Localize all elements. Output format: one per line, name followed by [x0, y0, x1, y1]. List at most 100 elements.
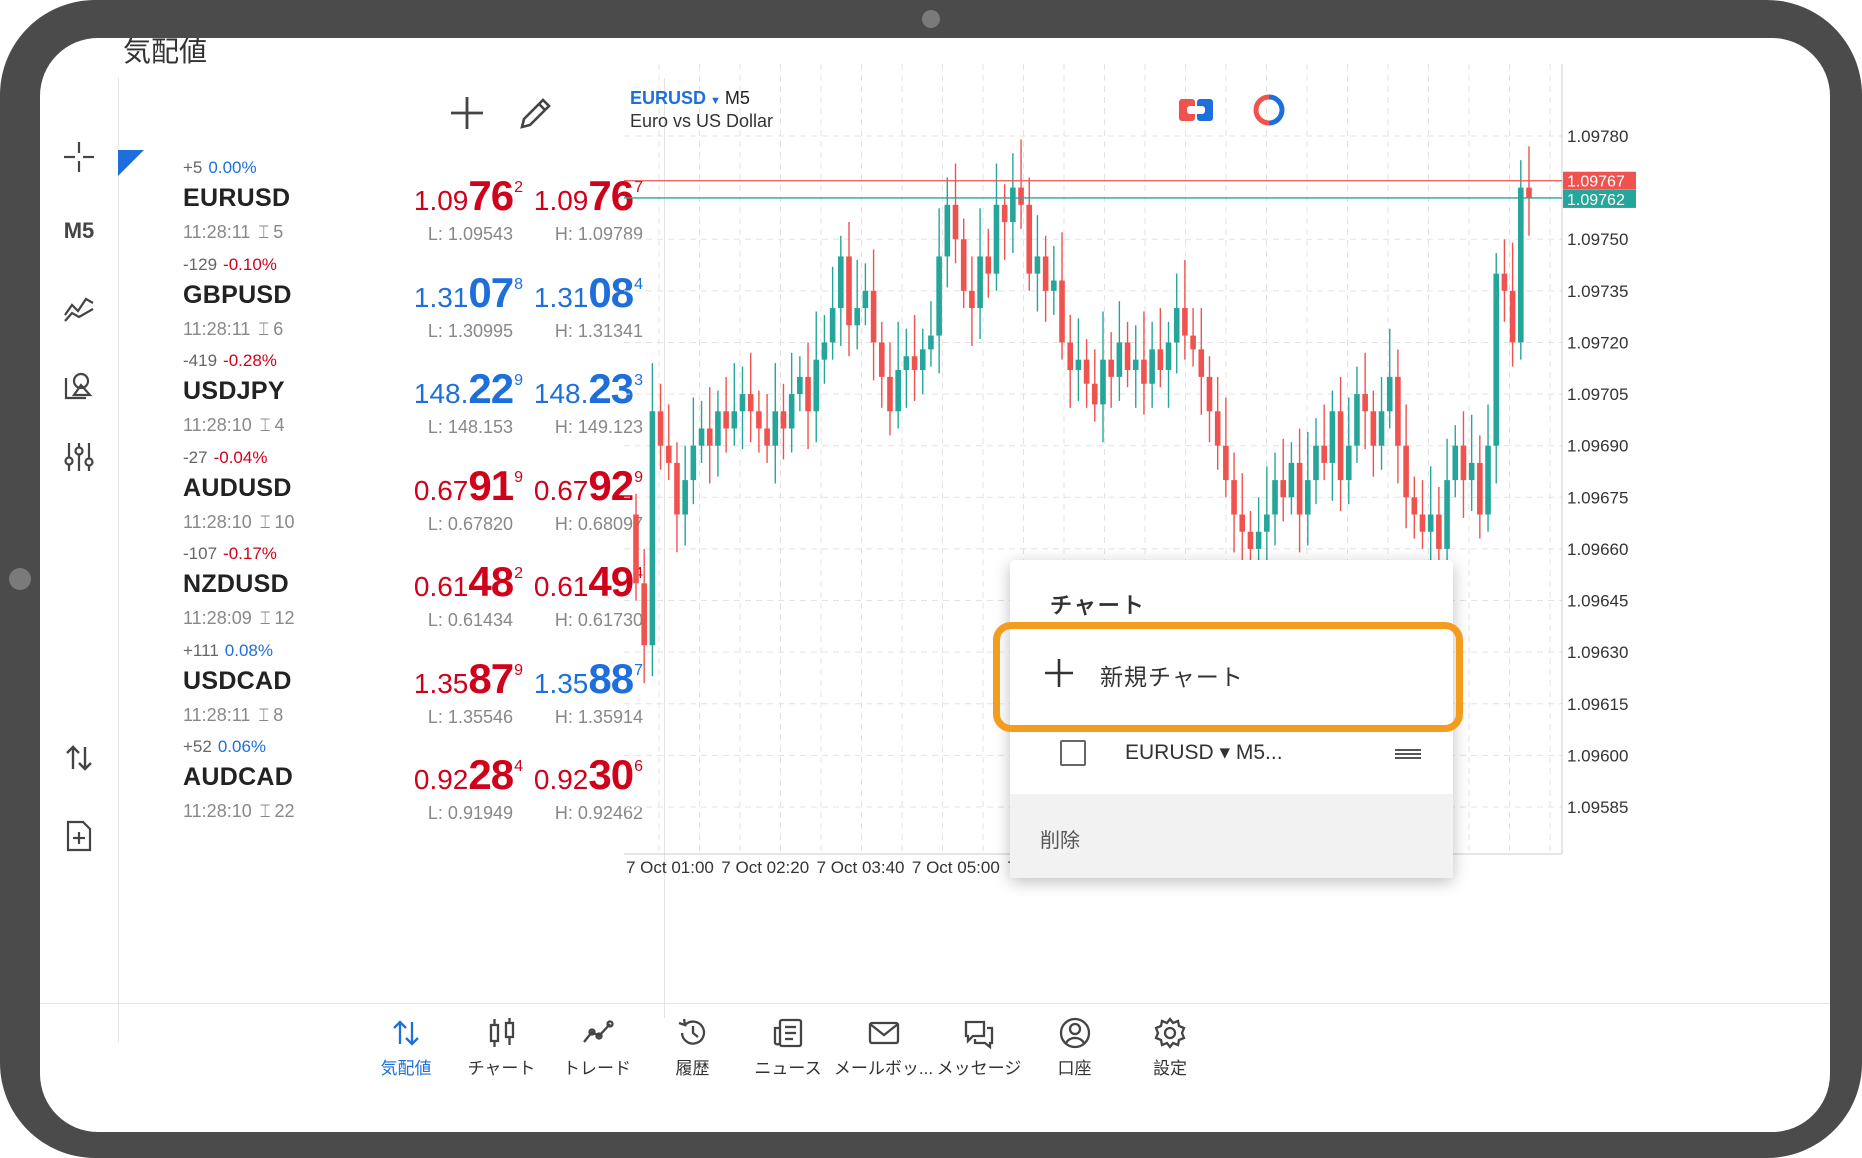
candle [1362, 352, 1368, 450]
spread-value: 4 [274, 415, 285, 435]
ask-small: 1.09 [533, 185, 589, 216]
candle [780, 383, 787, 460]
objects-icon[interactable] [40, 358, 118, 412]
candle [862, 263, 869, 326]
bid-small: 0.92 [413, 764, 469, 795]
nav-item-7[interactable]: 口座 [1020, 1016, 1130, 1079]
new-order-icon[interactable] [40, 809, 118, 863]
candle [1427, 466, 1434, 570]
candle [1182, 259, 1188, 360]
selected-flag [118, 150, 144, 176]
bid-big: 87 [468, 654, 514, 702]
candle [928, 301, 934, 367]
delete-menu-item[interactable]: 削除 [1010, 794, 1453, 878]
candle [1075, 318, 1082, 401]
price-tick-label: 1.09705 [1567, 385, 1628, 404]
bid-small: 1.35 [413, 667, 469, 699]
bid-price[interactable]: 1.31078 [414, 269, 523, 317]
candle [690, 397, 697, 505]
low-price: L: 148.153 [427, 417, 513, 437]
candle [878, 321, 885, 408]
candle [665, 404, 672, 481]
bid-big: 07 [468, 268, 514, 316]
candle [715, 390, 721, 477]
quotes-panel: 気配値 +5 0.00% EURUSD 11:28:11 ⌶ 5 1.09762 1.0976… [118, 38, 664, 1042]
trade-arrows-icon[interactable] [40, 731, 118, 785]
chart-checkbox[interactable] [1060, 740, 1086, 766]
candle [854, 259, 861, 350]
candle [723, 376, 729, 453]
chart-symbol[interactable]: EURUSD [630, 88, 706, 108]
nav-item-8[interactable]: 設定 [1115, 1016, 1225, 1079]
nav-item-5[interactable]: メールボッ... [829, 1016, 939, 1079]
bid-super: 9 [514, 661, 523, 679]
nav-item-2[interactable]: トレード [542, 1016, 652, 1079]
symbol-name: EURUSD [183, 184, 291, 212]
change-value: +111 [183, 640, 219, 660]
candle [1264, 466, 1270, 570]
chart-description: Euro vs US Dollar [630, 111, 774, 131]
mail-icon [868, 1021, 899, 1045]
nav-item-4[interactable]: ニュース [733, 1016, 843, 1079]
signal-circle-icon[interactable] [1253, 94, 1285, 126]
bid-big: 48 [468, 558, 514, 605]
one-click-trading-icon[interactable] [1178, 96, 1214, 124]
nav-label: 設定 [1153, 1059, 1187, 1078]
time-tick-label: 7 Oct 05:00 [912, 858, 1000, 877]
chart-settings-icon[interactable] [40, 430, 118, 484]
candle [977, 208, 983, 340]
candle [1083, 339, 1090, 408]
candle [1206, 356, 1213, 443]
price-tick-label: 1.09720 [1567, 333, 1628, 352]
candle [1132, 325, 1139, 408]
bid-small: 0.61 [413, 571, 469, 602]
chart-symbol-line[interactable]: EURUSD ▼ M5 [630, 88, 750, 109]
nav-item-6[interactable]: メッセージ [924, 1016, 1034, 1079]
low-price: L: 0.91949 [427, 803, 513, 823]
candle [706, 387, 713, 484]
time-tick-label: 7 Oct 01:00 [626, 858, 714, 877]
bottom-navigation: 気配値 チャート トレード 履歴 ニュース メールボッ... メッセージ 口座 設定 [40, 1003, 1830, 1095]
candle [1370, 390, 1377, 477]
bid-price[interactable]: 0.67919 [414, 462, 523, 510]
candle [1001, 184, 1008, 260]
change-percent: -0.28% [223, 351, 277, 370]
candle [1411, 476, 1418, 539]
timeframe-button[interactable]: M5 [40, 204, 118, 258]
candle [805, 342, 811, 450]
candle [1526, 146, 1532, 236]
nav-item-3[interactable]: 履歴 [638, 1016, 748, 1079]
bid-price[interactable]: 148.229 [414, 365, 523, 413]
low-price: L: 1.09543 [427, 224, 513, 244]
time-value: 11:28:10 [183, 415, 252, 435]
bid-super: 2 [514, 179, 523, 196]
change-value: -129 [183, 254, 218, 274]
bid-price[interactable]: 0.61482 [414, 558, 523, 606]
time-tick-label: 7 Oct 03:40 [817, 858, 905, 877]
ask-small: 0.67 [533, 474, 589, 506]
candle [641, 548, 647, 684]
candle [1034, 215, 1041, 312]
quote-row[interactable]: +52 0.06% AUDCAD 11:28:10 ⌶ 22 0.92284 0.92306 L… [118, 729, 663, 844]
drag-handle-icon[interactable] [1395, 748, 1421, 760]
bid-price[interactable]: 1.35879 [414, 655, 523, 703]
price-tick-label: 1.09675 [1567, 488, 1628, 507]
indicator-icon[interactable] [40, 281, 118, 335]
change-value: +5 [183, 158, 203, 177]
change-percent: 0.06% [217, 737, 267, 756]
ask-small: 148. [533, 378, 589, 409]
nav-item-1[interactable]: チャート [447, 1016, 557, 1079]
bid-price[interactable]: 0.92284 [414, 751, 523, 799]
spread-icon: ⌶ [258, 222, 270, 242]
bid-small: 1.31 [413, 281, 469, 313]
nav-item-0[interactable]: 気配値 [351, 1016, 461, 1079]
candle [993, 163, 1000, 291]
crosshair-icon[interactable] [40, 130, 118, 184]
change-percent: -0.04% [213, 447, 268, 467]
add-symbol-icon[interactable] [446, 92, 488, 134]
spread-value: 12 [274, 608, 295, 628]
change-value: -27 [183, 447, 208, 467]
edit-pencil-icon[interactable] [516, 93, 556, 133]
candle [1304, 431, 1311, 546]
bid-price[interactable]: 1.09762 [414, 172, 523, 220]
